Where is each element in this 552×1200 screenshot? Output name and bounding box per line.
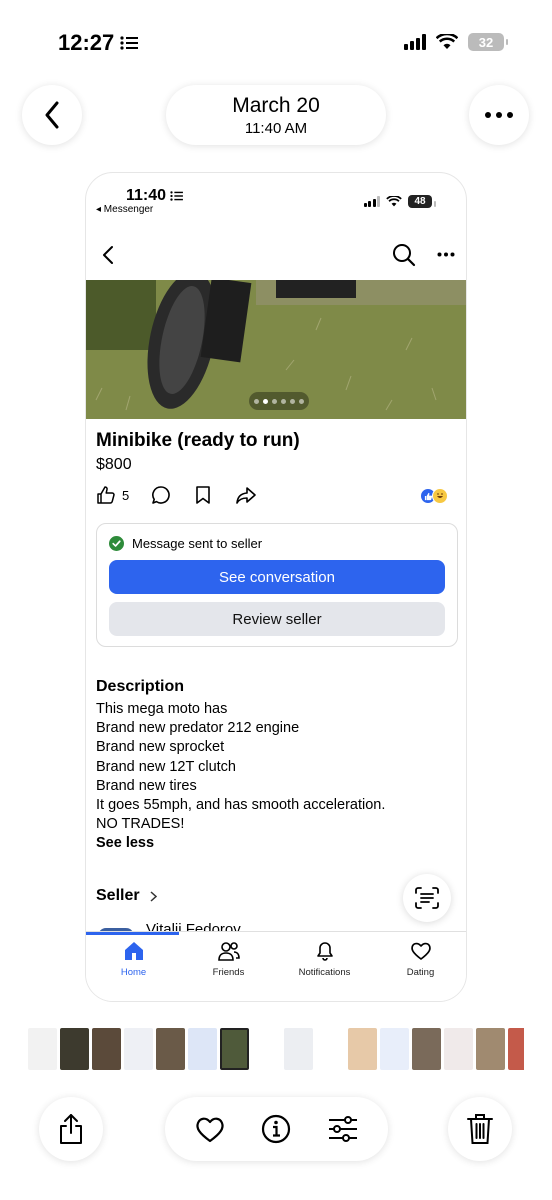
thumbnail[interactable] xyxy=(316,1028,345,1070)
like-count: 5 xyxy=(122,487,130,503)
share-button[interactable] xyxy=(39,1097,103,1161)
comment-icon[interactable] xyxy=(151,485,171,505)
more-icon[interactable] xyxy=(437,252,455,257)
thumbnail[interactable] xyxy=(348,1028,377,1070)
header-date: March 20 xyxy=(232,93,320,117)
thumbnail[interactable] xyxy=(476,1028,505,1070)
home-icon xyxy=(124,942,143,960)
thumbnail[interactable] xyxy=(28,1028,57,1070)
battery-icon: 32 xyxy=(468,33,508,51)
thumbnail[interactable] xyxy=(252,1028,281,1070)
tab-label: Home xyxy=(120,967,147,978)
tab-notifications[interactable]: Notifications xyxy=(277,940,372,978)
tab-label: Dating xyxy=(406,967,435,978)
chevron-right-icon xyxy=(150,890,157,902)
see-less-link[interactable]: See less xyxy=(96,835,154,851)
inner-status-indicators: 48 xyxy=(363,195,436,208)
share-icon[interactable] xyxy=(235,485,257,505)
status-time: 12:27 xyxy=(58,30,139,56)
info-icon[interactable] xyxy=(261,1114,291,1144)
description-heading: Description xyxy=(96,678,185,695)
signal-icon xyxy=(363,196,380,207)
tab-dating[interactable]: Dating xyxy=(373,940,466,978)
tab-label: Friends xyxy=(212,967,245,978)
back-button[interactable] xyxy=(22,85,82,145)
thumbs-up-icon xyxy=(97,486,115,504)
seller-heading: Seller xyxy=(96,887,140,904)
reactions[interactable] xyxy=(420,488,448,504)
see-conversation-button[interactable]: See conversation xyxy=(109,560,445,594)
more-button[interactable] xyxy=(469,85,529,145)
list-icon xyxy=(170,191,183,201)
thumbnail[interactable] xyxy=(508,1028,524,1070)
tab-label: Notifications xyxy=(298,967,351,978)
like-button[interactable]: 5 xyxy=(96,485,129,505)
wifi-icon xyxy=(386,196,402,207)
wifi-icon xyxy=(436,34,458,49)
back-arrow-icon[interactable] xyxy=(102,245,114,265)
description-line: Brand new tires xyxy=(96,777,197,794)
screenshot-preview: 11:40 ◂ Messenger 48 Minibike (ready to … xyxy=(85,172,467,1002)
inner-status-time: 11:40 xyxy=(126,187,183,205)
message-status: Message sent to seller xyxy=(109,536,262,551)
active-tab-indicator xyxy=(86,932,179,935)
tab-bar: Home Friends Notifications Dating xyxy=(86,931,466,1001)
photo-pager xyxy=(249,392,309,410)
thumbnail[interactable] xyxy=(156,1028,185,1070)
listing-price: $800 xyxy=(96,456,132,473)
share-icon xyxy=(60,1114,82,1144)
description-line: NO TRADES! xyxy=(96,816,185,833)
thumbnail[interactable] xyxy=(284,1028,313,1070)
message-status-card: Message sent to seller See conversation … xyxy=(96,523,458,647)
friends-icon xyxy=(217,942,240,961)
thumbnail-selected[interactable] xyxy=(220,1028,249,1070)
thumbnail[interactable] xyxy=(124,1028,153,1070)
more-icon xyxy=(485,112,513,118)
laugh-reaction-icon xyxy=(432,488,448,504)
thumbnail[interactable] xyxy=(380,1028,409,1070)
thumbnail[interactable] xyxy=(92,1028,121,1070)
description-line: Brand new sprocket xyxy=(96,739,225,756)
adjust-icon[interactable] xyxy=(328,1116,358,1142)
delete-button[interactable] xyxy=(448,1097,512,1161)
header-time: 11:40 AM xyxy=(244,119,308,137)
description-line: This mega moto has xyxy=(96,701,228,717)
thumbnail[interactable] xyxy=(412,1028,441,1070)
seller-section-link[interactable]: Seller xyxy=(96,887,157,905)
bell-icon xyxy=(316,942,333,961)
battery-icon: 48 xyxy=(408,195,436,208)
favorite-heart-icon[interactable] xyxy=(195,1115,225,1143)
thumbnail[interactable] xyxy=(60,1028,89,1070)
list-icon xyxy=(120,36,139,50)
action-row: 5 xyxy=(96,485,257,505)
check-circle-icon xyxy=(109,536,124,551)
live-text-button[interactable] xyxy=(403,874,451,922)
photo-actions xyxy=(165,1097,388,1161)
description-line: Brand new 12T clutch xyxy=(96,758,236,775)
review-seller-button[interactable]: Review seller xyxy=(109,602,445,636)
date-header: March 20 11:40 AM xyxy=(166,85,386,145)
search-icon[interactable] xyxy=(392,243,416,267)
thumbnail[interactable] xyxy=(188,1028,217,1070)
tab-friends[interactable]: Friends xyxy=(181,940,276,978)
battery-level: 32 xyxy=(478,34,494,50)
thumbnail[interactable] xyxy=(444,1028,473,1070)
heart-icon xyxy=(410,942,431,960)
listing-title: Minibike (ready to run) xyxy=(96,430,300,451)
thumbnail-strip[interactable] xyxy=(28,1028,524,1070)
back-to-messenger[interactable]: ◂ Messenger xyxy=(96,204,153,215)
chevron-left-icon xyxy=(45,101,59,129)
bookmark-icon[interactable] xyxy=(195,485,211,505)
trash-icon xyxy=(467,1114,493,1144)
scan-text-icon xyxy=(415,887,439,909)
description-line: It goes 55mph, and has smooth accelerati… xyxy=(96,797,386,814)
tab-home[interactable]: Home xyxy=(86,940,181,978)
message-status-text: Message sent to seller xyxy=(132,536,263,551)
battery-level: 48 xyxy=(414,196,426,207)
status-indicators: 32 xyxy=(404,33,508,51)
signal-icon xyxy=(404,34,426,50)
description-line: Brand new predator 212 engine xyxy=(96,720,300,737)
description-text: This mega moto has Brand new predator 21… xyxy=(96,700,385,834)
